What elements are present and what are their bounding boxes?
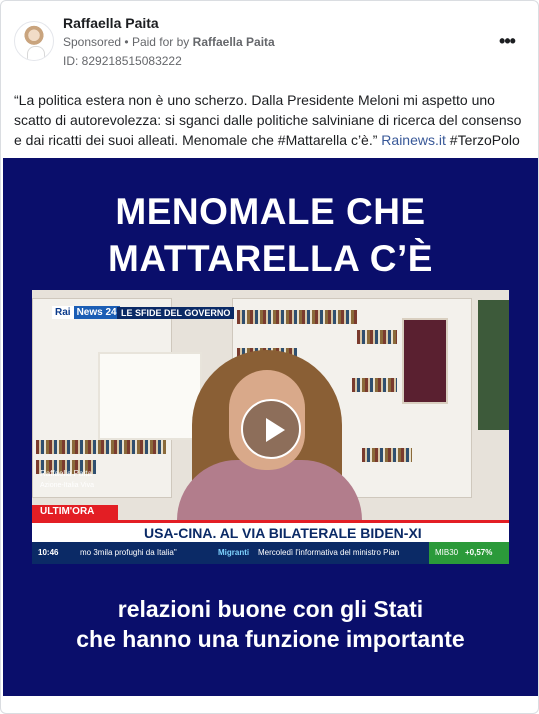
caption-hashtag[interactable]: #TerzoPolo — [446, 132, 520, 148]
separator-dot: • — [124, 35, 129, 49]
window — [98, 352, 202, 440]
market-index-label: MIB30 — [435, 548, 459, 557]
media-subtitle: relazioni buone con gli Stati che hanno … — [3, 594, 538, 654]
market-index-box: MIB30 +0,57% — [429, 542, 509, 564]
rai-logo-text: Rai — [52, 306, 74, 319]
play-icon[interactable] — [241, 399, 301, 459]
ticker-text: Mercoledì l'informativa del ministro Pia… — [258, 548, 400, 557]
page-avatar[interactable] — [14, 21, 54, 61]
media-title-line-2: MATTARELLA C’È — [108, 238, 433, 279]
speaker-name: Raffaella Paita — [40, 469, 92, 478]
sponsored-post-card: Raffaella Paita Sponsored • Paid for by … — [0, 0, 539, 714]
headline-bar: USA-CINA. AL VIA BILATERALE BIDEN-XI — [32, 520, 509, 542]
media-title: MENOMALE CHE MATTARELLA C’È — [3, 188, 538, 282]
news24-logo-text: News 24 — [73, 306, 120, 319]
rainews-logo: Rai News 24 — [52, 304, 120, 321]
books-row — [357, 330, 397, 344]
more-options-button[interactable]: ••• — [495, 29, 519, 53]
headline-text: USA-CINA. AL VIA BILATERALE BIDEN-XI — [144, 525, 422, 541]
video-frame[interactable]: Rai News 24 LE SFIDE DEL GOVERNO Raffael… — [32, 290, 509, 564]
post-header: Raffaella Paita Sponsored • Paid for by … — [1, 1, 538, 81]
books-row — [36, 440, 166, 454]
page-name-link[interactable]: Raffaella Paita — [63, 15, 159, 31]
paid-for-by-name: Raffaella Paita — [192, 35, 275, 49]
ticker-time: 10:46 — [38, 548, 59, 557]
media-title-line-1: MENOMALE CHE — [115, 191, 426, 232]
caption-link[interactable]: Rainews.it — [381, 132, 446, 148]
breaking-news-label: ULTIM'ORA — [32, 505, 118, 520]
plant — [478, 300, 509, 430]
books-row — [237, 310, 357, 324]
sponsored-line: Sponsored • Paid for by Raffaella Paita — [63, 35, 275, 49]
sponsored-label: Sponsored — [63, 35, 122, 49]
market-index-value: +0,57% — [465, 548, 493, 557]
ticker-text: mo 3mila profughi da Italia" — [80, 548, 177, 557]
books-row — [352, 378, 397, 392]
program-label: LE SFIDE DEL GOVERNO — [117, 307, 235, 319]
ad-media[interactable]: MENOMALE CHE MATTARELLA C’È Rai News 24 — [3, 158, 538, 696]
speaker-role: Azione-Italia Viva — [40, 482, 94, 489]
paid-for-prefix: Paid for by — [131, 35, 190, 49]
post-caption: “La politica estera non è uno scherzo. D… — [14, 90, 529, 150]
news-ticker: 10:46 mo 3mila profughi da Italia" Migra… — [32, 542, 509, 564]
media-subtitle-line-1: relazioni buone con gli Stati — [117, 596, 424, 622]
media-subtitle-line-2: che hanno una funzione importante — [76, 626, 465, 652]
ticker-category: Migranti — [218, 548, 250, 557]
books-row — [362, 448, 412, 462]
ad-id: ID: 829218515083222 — [63, 54, 182, 68]
wall-poster — [402, 318, 448, 404]
